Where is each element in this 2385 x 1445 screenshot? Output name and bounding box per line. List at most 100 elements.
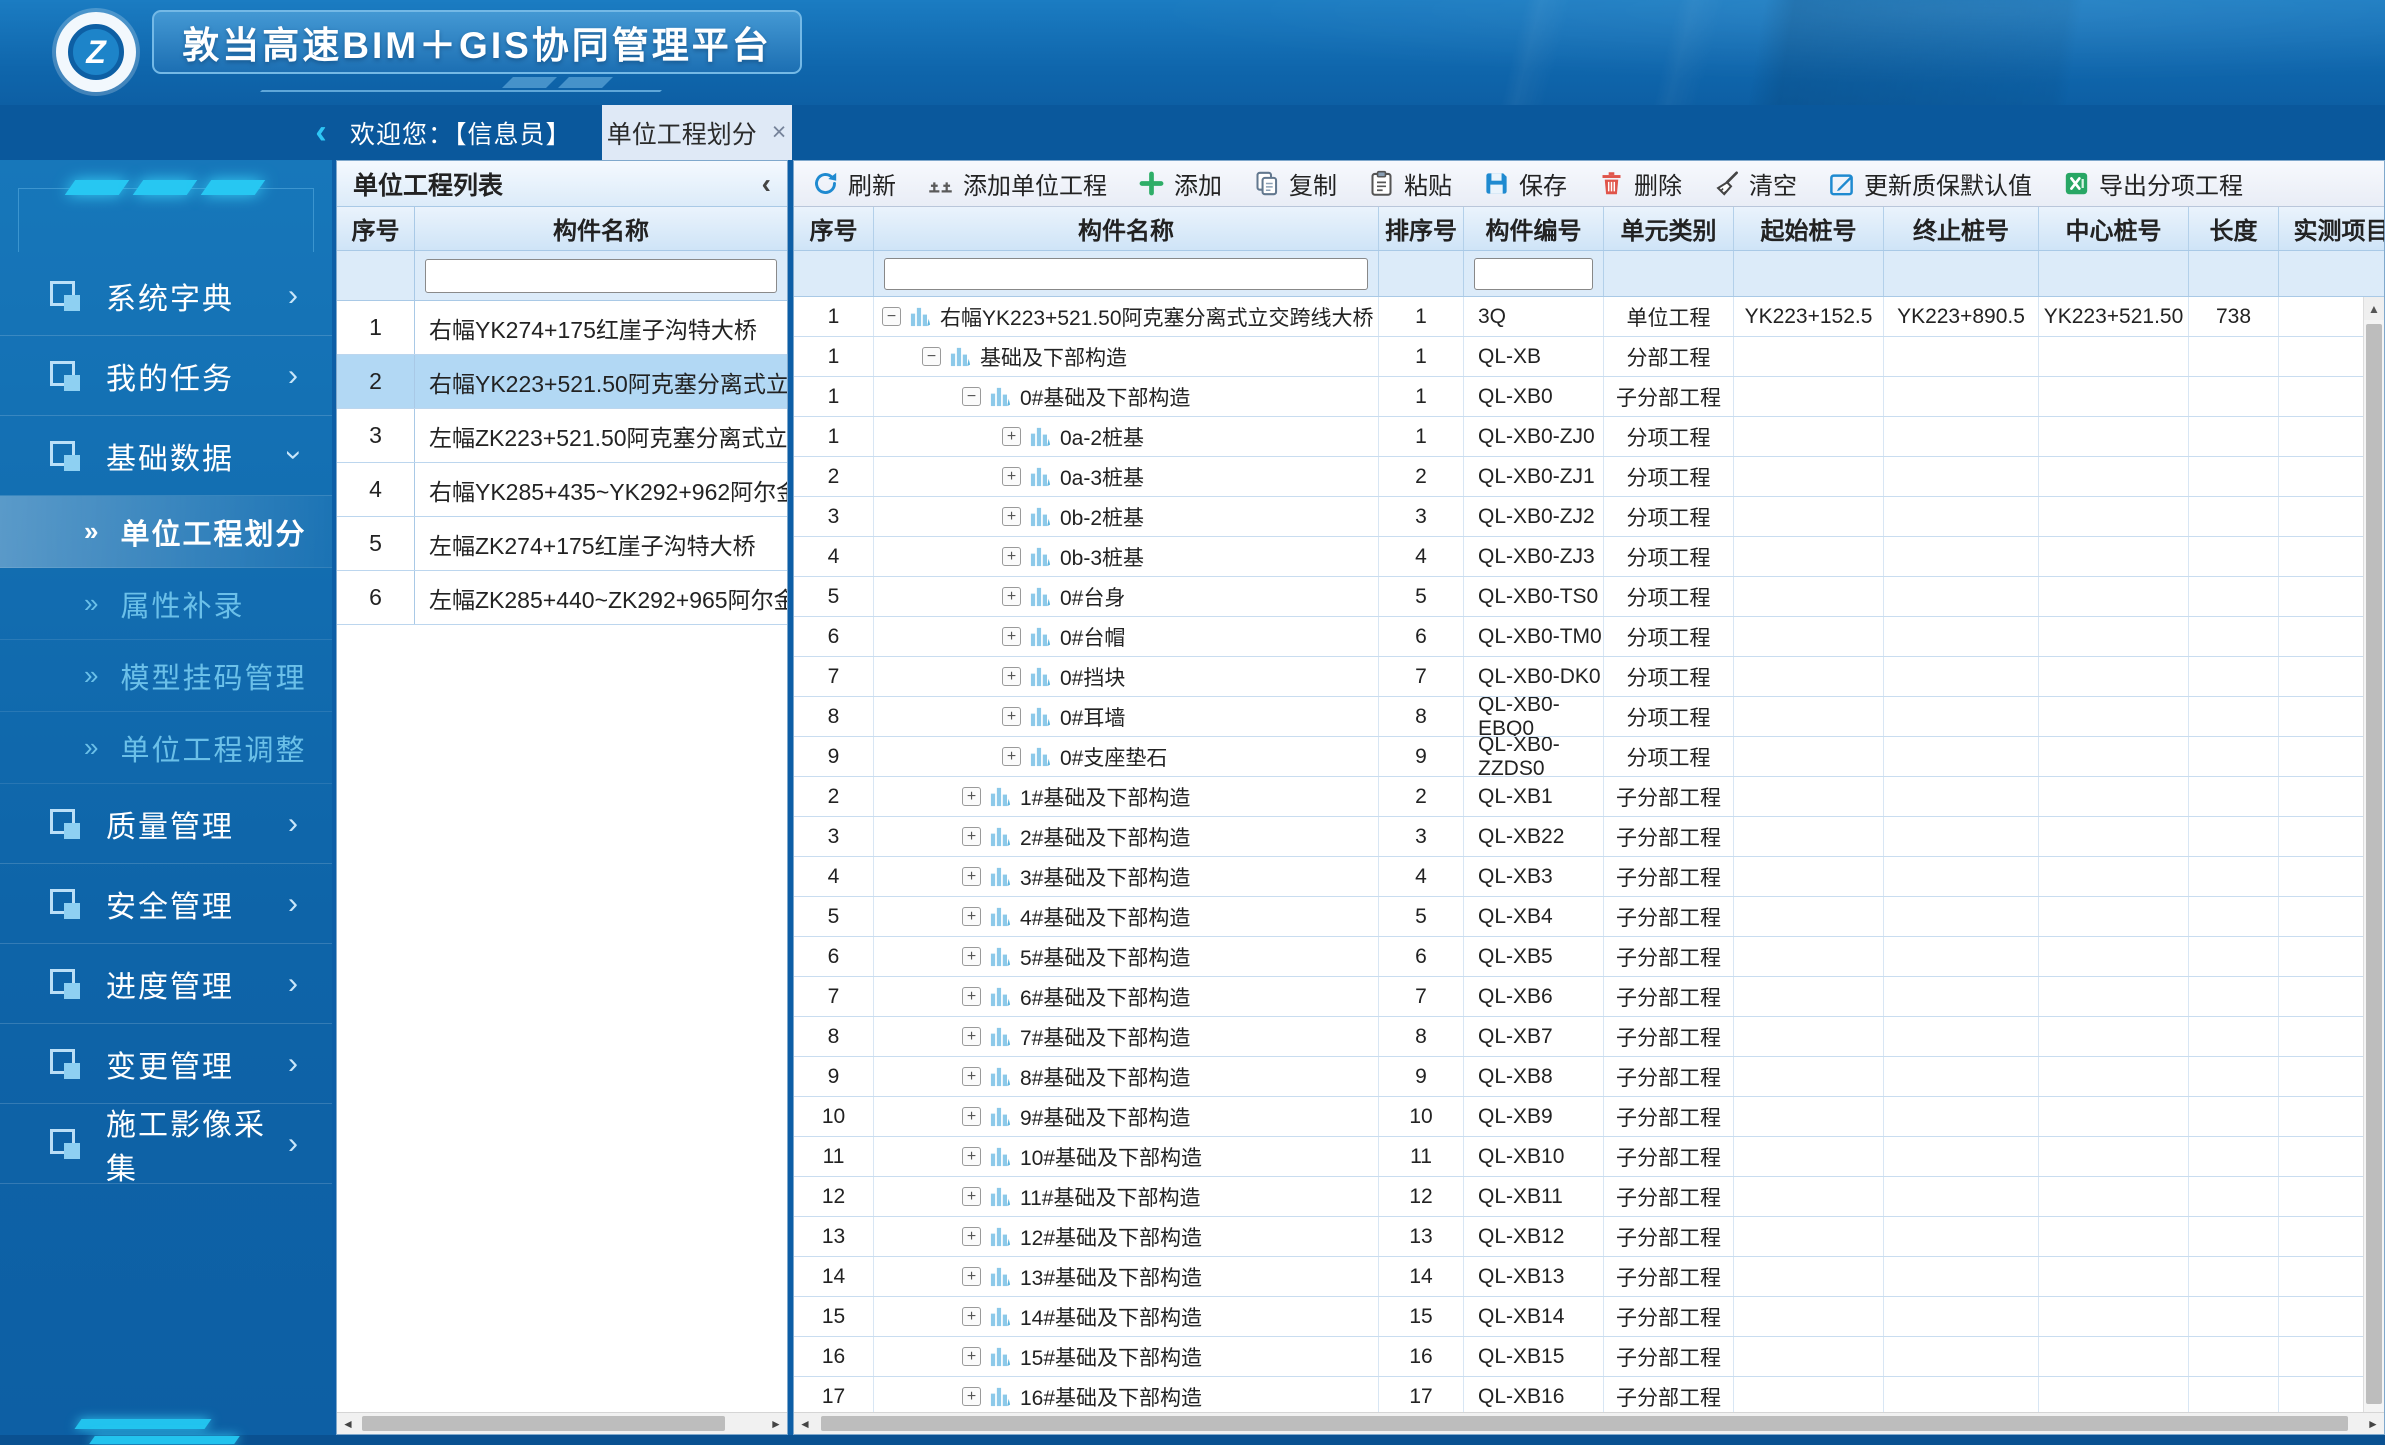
expand-toggle-icon[interactable]: + bbox=[962, 1067, 981, 1086]
sidebar-menu-item[interactable]: 变更管理 › bbox=[0, 1024, 332, 1104]
sidebar-submenu-item[interactable]: » 单位工程调整 bbox=[0, 712, 332, 784]
toolbar-button[interactable]: 导出分项工程 bbox=[2063, 166, 2243, 201]
tree-table-row[interactable]: 8 + 7#基础及下部构造 8 QL-XB7 子分部工程 bbox=[794, 1017, 2384, 1057]
unit-list-row[interactable]: 4 右幅YK285+435~YK292+962阿尔金山特长隧道 bbox=[337, 463, 787, 517]
hscroll-thumb[interactable] bbox=[821, 1416, 2348, 1431]
sidebar-submenu-item[interactable]: » 单位工程划分 bbox=[0, 496, 332, 568]
tabs-back-chevron-icon[interactable]: ‹ bbox=[300, 105, 342, 160]
expand-toggle-icon[interactable]: − bbox=[882, 307, 901, 326]
expand-toggle-icon[interactable]: + bbox=[962, 827, 981, 846]
sidebar-menu-item[interactable]: 系统字典 › bbox=[0, 256, 332, 336]
tree-table-row[interactable]: 6 + 5#基础及下部构造 6 QL-XB5 子分部工程 bbox=[794, 937, 2384, 977]
hscroll-thumb[interactable] bbox=[362, 1416, 725, 1431]
panel-collapse-icon[interactable]: ‹ bbox=[762, 168, 771, 200]
tree-table-row[interactable]: 3 + 0b-2桩基 3 QL-XB0-ZJ2 分项工程 bbox=[794, 497, 2384, 537]
unit-list-row[interactable]: 1 右幅YK274+175红崖子沟特大桥 bbox=[337, 301, 787, 355]
tree-table-row[interactable]: 1 − 右幅YK223+521.50阿克塞分离式立交跨线大桥 1 3Q 单位工程… bbox=[794, 297, 2384, 337]
tree-table-row[interactable]: 17 + 16#基础及下部构造 17 QL-XB16 子分部工程 bbox=[794, 1377, 2384, 1412]
name-filter-input[interactable] bbox=[884, 258, 1368, 290]
expand-toggle-icon[interactable]: − bbox=[962, 387, 981, 406]
expand-toggle-icon[interactable]: + bbox=[1002, 467, 1021, 486]
vscroll-thumb[interactable] bbox=[2366, 324, 2382, 1404]
expand-toggle-icon[interactable]: + bbox=[962, 1227, 981, 1246]
tree-table-row[interactable]: 4 + 0b-3桩基 4 QL-XB0-ZJ3 分项工程 bbox=[794, 537, 2384, 577]
unit-list-row[interactable]: 3 左幅ZK223+521.50阿克塞分离式立交跨线大桥 bbox=[337, 409, 787, 463]
scroll-left-arrow-icon[interactable]: ◄ bbox=[337, 1413, 359, 1434]
expand-toggle-icon[interactable]: + bbox=[1002, 707, 1021, 726]
expand-toggle-icon[interactable]: + bbox=[1002, 587, 1021, 606]
tree-table-row[interactable]: 4 + 3#基础及下部构造 4 QL-XB3 子分部工程 bbox=[794, 857, 2384, 897]
unit-list-row[interactable]: 5 左幅ZK274+175红崖子沟特大桥 bbox=[337, 517, 787, 571]
scroll-up-arrow-icon[interactable]: ▲ bbox=[2364, 297, 2384, 320]
scroll-right-arrow-icon[interactable]: ► bbox=[2362, 1413, 2384, 1434]
sidebar-submenu-item[interactable]: » 属性补录 bbox=[0, 568, 332, 640]
tree-table-row[interactable]: 2 + 0a-3桩基 2 QL-XB0-ZJ1 分项工程 bbox=[794, 457, 2384, 497]
tree-table-row[interactable]: 8 + 0#耳墙 8 QL-XB0-EBQ0 分项工程 bbox=[794, 697, 2384, 737]
tree-table-row[interactable]: 15 + 14#基础及下部构造 15 QL-XB14 子分部工程 bbox=[794, 1297, 2384, 1337]
tab-unit-division[interactable]: 单位工程划分 × bbox=[602, 105, 792, 160]
tree-table-row[interactable]: 6 + 0#台帽 6 QL-XB0-TM0 分项工程 bbox=[794, 617, 2384, 657]
sidebar-menu-item[interactable]: 施工影像采集 › bbox=[0, 1104, 332, 1184]
tree-table-row[interactable]: 7 + 0#挡块 7 QL-XB0-DK0 分项工程 bbox=[794, 657, 2384, 697]
tree-table-row[interactable]: 9 + 0#支座垫石 9 QL-XB0-ZZDS0 分项工程 bbox=[794, 737, 2384, 777]
scroll-right-arrow-icon[interactable]: ► bbox=[765, 1413, 787, 1434]
code-filter-input[interactable] bbox=[1474, 258, 1593, 290]
sidebar-menu-item[interactable]: 基础数据 › bbox=[0, 416, 332, 496]
expand-toggle-icon[interactable]: + bbox=[962, 1107, 981, 1126]
tree-table-row[interactable]: 1 − 0#基础及下部构造 1 QL-XB0 子分部工程 bbox=[794, 377, 2384, 417]
expand-toggle-icon[interactable]: + bbox=[962, 1187, 981, 1206]
tree-table-row[interactable]: 7 + 6#基础及下部构造 7 QL-XB6 子分部工程 bbox=[794, 977, 2384, 1017]
expand-toggle-icon[interactable]: + bbox=[962, 947, 981, 966]
expand-toggle-icon[interactable]: + bbox=[962, 1307, 981, 1326]
expand-toggle-icon[interactable]: + bbox=[962, 787, 981, 806]
tree-table-row[interactable]: 16 + 15#基础及下部构造 16 QL-XB15 子分部工程 bbox=[794, 1337, 2384, 1377]
tree-table-row[interactable]: 11 + 10#基础及下部构造 11 QL-XB10 子分部工程 bbox=[794, 1137, 2384, 1177]
scroll-left-arrow-icon[interactable]: ◄ bbox=[794, 1413, 816, 1434]
toolbar-button[interactable]: 添加单位工程 bbox=[927, 166, 1107, 201]
expand-toggle-icon[interactable]: + bbox=[962, 987, 981, 1006]
toolbar-button[interactable]: 粘贴 bbox=[1368, 166, 1452, 201]
tree-table-row[interactable]: 10 + 9#基础及下部构造 10 QL-XB9 子分部工程 bbox=[794, 1097, 2384, 1137]
expand-toggle-icon[interactable]: + bbox=[1002, 747, 1021, 766]
expand-toggle-icon[interactable]: + bbox=[1002, 427, 1021, 446]
expand-toggle-icon[interactable]: − bbox=[922, 347, 941, 366]
sidebar-menu-item[interactable]: 进度管理 › bbox=[0, 944, 332, 1024]
toolbar-button[interactable]: 添加 bbox=[1138, 166, 1222, 201]
tree-table-row[interactable]: 3 + 2#基础及下部构造 3 QL-XB22 子分部工程 bbox=[794, 817, 2384, 857]
sidebar-menu-item[interactable]: 我的任务 › bbox=[0, 336, 332, 416]
tree-table-row[interactable]: 12 + 11#基础及下部构造 12 QL-XB11 子分部工程 bbox=[794, 1177, 2384, 1217]
expand-toggle-icon[interactable]: + bbox=[962, 867, 981, 886]
cell-order: 6 bbox=[1379, 617, 1464, 656]
toolbar-button[interactable]: 清空 bbox=[1713, 166, 1797, 201]
expand-toggle-icon[interactable]: + bbox=[962, 907, 981, 926]
expand-toggle-icon[interactable]: + bbox=[1002, 507, 1021, 526]
sidebar-menu-item[interactable]: 质量管理 › bbox=[0, 784, 332, 864]
sidebar-menu-item[interactable]: 安全管理 › bbox=[0, 864, 332, 944]
toolbar-button[interactable]: 复制 bbox=[1253, 166, 1337, 201]
expand-toggle-icon[interactable]: + bbox=[962, 1147, 981, 1166]
expand-toggle-icon[interactable]: + bbox=[1002, 627, 1021, 646]
sidebar-submenu-item[interactable]: » 模型挂码管理 bbox=[0, 640, 332, 712]
expand-toggle-icon[interactable]: + bbox=[1002, 667, 1021, 686]
unit-name-filter-input[interactable] bbox=[425, 259, 777, 293]
expand-toggle-icon[interactable]: + bbox=[962, 1267, 981, 1286]
tab-close-icon[interactable]: × bbox=[772, 118, 787, 147]
expand-toggle-icon[interactable]: + bbox=[962, 1027, 981, 1046]
tree-table-row[interactable]: 14 + 13#基础及下部构造 14 QL-XB13 子分部工程 bbox=[794, 1257, 2384, 1297]
unit-list-row[interactable]: 2 右幅YK223+521.50阿克塞分离式立交跨线大桥 bbox=[337, 355, 787, 409]
tree-table-row[interactable]: 13 + 12#基础及下部构造 13 QL-XB12 子分部工程 bbox=[794, 1217, 2384, 1257]
tree-table-row[interactable]: 9 + 8#基础及下部构造 9 QL-XB8 子分部工程 bbox=[794, 1057, 2384, 1097]
expand-toggle-icon[interactable]: + bbox=[962, 1387, 981, 1406]
tree-table-row[interactable]: 5 + 0#台身 5 QL-XB0-TS0 分项工程 bbox=[794, 577, 2384, 617]
expand-toggle-icon[interactable]: + bbox=[1002, 547, 1021, 566]
expand-toggle-icon[interactable]: + bbox=[962, 1347, 981, 1366]
toolbar-button[interactable]: 保存 bbox=[1483, 166, 1567, 201]
toolbar-button[interactable]: 删除 bbox=[1598, 166, 1682, 201]
toolbar-button[interactable]: 刷新 bbox=[812, 166, 896, 201]
tree-table-row[interactable]: 2 + 1#基础及下部构造 2 QL-XB1 子分部工程 bbox=[794, 777, 2384, 817]
tree-table-row[interactable]: 5 + 4#基础及下部构造 5 QL-XB4 子分部工程 bbox=[794, 897, 2384, 937]
tree-table-row[interactable]: 1 − 基础及下部构造 1 QL-XB 分部工程 bbox=[794, 337, 2384, 377]
unit-list-row[interactable]: 6 左幅ZK285+440~ZK292+965阿尔金山特长隧道 bbox=[337, 571, 787, 625]
tree-table-row[interactable]: 1 + 0a-2桩基 1 QL-XB0-ZJ0 分项工程 bbox=[794, 417, 2384, 457]
toolbar-button[interactable]: 更新质保默认值 bbox=[1828, 166, 2032, 201]
